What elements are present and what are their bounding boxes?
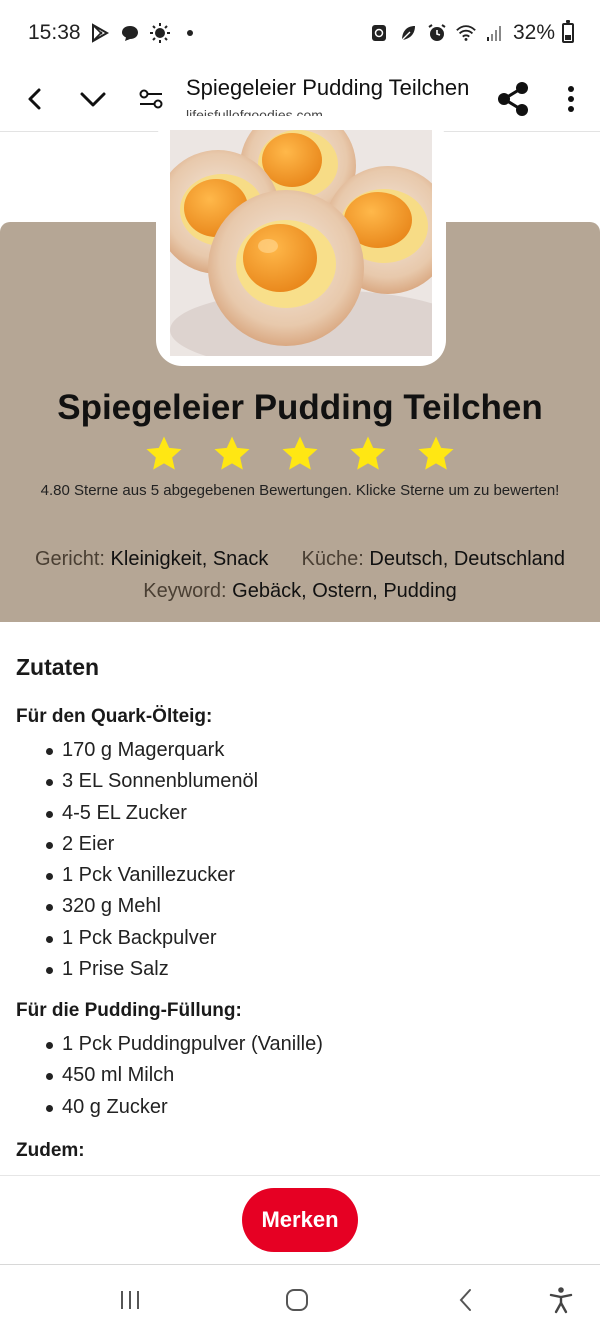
notification-dot-icon: [179, 22, 201, 44]
play-store-icon: [89, 22, 111, 44]
star-icon[interactable]: [212, 434, 252, 474]
ingredient-item: 1 Pck Backpulver: [16, 924, 258, 955]
kueche-value: Deutsch, Deutschland: [369, 548, 566, 570]
ingredient-item: 170 g Magerquark: [16, 736, 258, 767]
ingredient-item: 40 g Zucker: [16, 1093, 323, 1124]
ingredient-group: Für die Pudding-Füllung: 1 Pck Puddingpu…: [16, 1000, 323, 1124]
ingredient-item: 320 g Mehl: [16, 892, 258, 923]
home-icon: [286, 1289, 308, 1311]
action-bar: Merken: [0, 1175, 600, 1263]
more-options-button[interactable]: [542, 70, 600, 128]
nav-back-button[interactable]: [446, 1285, 486, 1315]
save-button[interactable]: Merken: [242, 1188, 358, 1252]
recipe-photo-frame: [156, 116, 446, 366]
keyword-value: Gebäck, Ostern, Pudding: [232, 580, 457, 602]
recipe-title: Spiegeleier Pudding Teilchen: [57, 388, 543, 427]
rating-text: 4.80 Sterne aus 5 abgegebenen Bewertunge…: [40, 482, 560, 499]
ingredient-group-title: Für den Quark-Ölteig:: [16, 706, 213, 727]
recycle-icon: [368, 22, 390, 44]
gericht-label: Gericht:: [34, 548, 105, 570]
recipe-photo: [170, 130, 432, 356]
accessibility-button[interactable]: [541, 1285, 581, 1315]
status-time: 15:38: [28, 21, 81, 44]
star-icon[interactable]: [416, 434, 456, 474]
star-icon[interactable]: [280, 434, 320, 474]
page-title: Spiegeleier Pudding Teilchen: [186, 74, 470, 100]
tune-icon: [139, 89, 163, 108]
home-button[interactable]: [277, 1285, 317, 1315]
battery-percent: 32%: [512, 21, 555, 44]
share-button[interactable]: [484, 70, 542, 128]
ingredient-list: 1 Pck Puddingpulver (Vanille) 450 ml Mil…: [16, 1030, 323, 1124]
ingredient-item: 1 Prise Salz: [16, 955, 258, 986]
recent-apps-button[interactable]: [110, 1285, 150, 1315]
ingredient-list: 170 g Magerquark 3 EL Sonnenblumenöl 4-5…: [16, 736, 258, 986]
more-vert-icon: [568, 85, 574, 112]
recipe-meta-row-2: Keyword: Gebäck, Ostern, Pudding: [0, 580, 600, 603]
star-icon[interactable]: [144, 434, 184, 474]
ingredient-item: 4-5 EL Zucker: [16, 799, 258, 830]
back-arrow-icon: [459, 1289, 471, 1311]
chat-bubble-icon: [119, 22, 141, 44]
kueche-label: Küche:: [301, 548, 364, 570]
keyword-label: Keyword:: [143, 580, 227, 602]
chevron-down-icon: [80, 92, 106, 106]
leaf-icon: [397, 22, 419, 44]
ingredient-group: Zudem:: [16, 1140, 85, 1162]
system-nav-bar: [0, 1264, 600, 1332]
wifi-icon: [455, 22, 477, 44]
ingredient-item: 1 Pck Puddingpulver (Vanille): [16, 1030, 323, 1061]
ingredient-item: 2 Eier: [16, 830, 258, 861]
gericht-value: Kleinigkeit, Snack: [110, 548, 269, 570]
battery-icon: [562, 20, 574, 43]
brightness-icon: [149, 22, 171, 44]
signal-icon: [484, 22, 506, 44]
ingredient-item: 1 Pck Vanillezucker: [16, 861, 258, 892]
status-bar: 15:38 32%: [0, 0, 600, 66]
chevron-left-icon: [28, 88, 41, 109]
collapse-button[interactable]: [64, 70, 122, 128]
recent-apps-icon: [121, 1291, 139, 1309]
ingredient-group-title: Für die Pudding-Füllung:: [16, 1000, 242, 1021]
star-icon[interactable]: [348, 434, 388, 474]
ingredient-item: 3 EL Sonnenblumenöl: [16, 767, 258, 798]
ingredient-group: Für den Quark-Ölteig: 170 g Magerquark 3…: [16, 706, 258, 986]
alarm-icon: [426, 22, 448, 44]
back-button[interactable]: [6, 70, 64, 128]
ingredients-heading: Zutaten: [16, 654, 100, 680]
ingredients-section: Zutaten Für den Quark-Ölteig: 170 g Mage…: [16, 654, 586, 1174]
ingredient-item: 450 ml Milch: [16, 1061, 323, 1092]
recipe-meta-row-1: Gericht: Kleinigkeit, Snack Küche: Deuts…: [0, 548, 600, 571]
accessibility-icon: [549, 1287, 573, 1314]
ingredient-group-title: Zudem:: [16, 1140, 85, 1161]
share-icon: [498, 81, 528, 116]
rating-stars[interactable]: [0, 434, 600, 474]
